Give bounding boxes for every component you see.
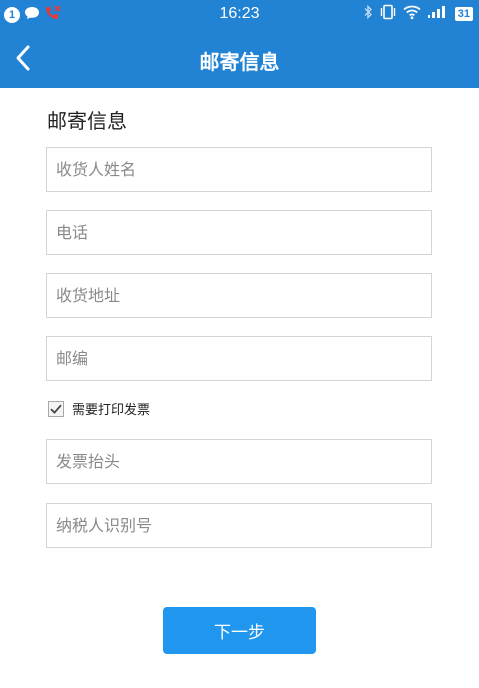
address-field[interactable] xyxy=(46,273,432,318)
status-bar: 1 16:23 31 xyxy=(0,0,479,29)
battery-icon: 31 xyxy=(454,7,473,21)
checkmark-icon xyxy=(50,404,62,414)
need-invoice-toggle[interactable]: 需要打印发票 xyxy=(48,399,150,418)
invoice-title-field[interactable] xyxy=(46,439,432,484)
vibrate-icon xyxy=(379,4,397,24)
need-invoice-label: 需要打印发票 xyxy=(72,403,151,418)
wifi-icon xyxy=(403,4,421,24)
recipient-name-field[interactable] xyxy=(46,147,432,192)
section-title: 邮寄信息 xyxy=(47,109,127,133)
postcode-field[interactable] xyxy=(46,336,432,381)
header: 邮寄信息 xyxy=(0,29,479,88)
need-invoice-checkbox[interactable] xyxy=(48,400,64,417)
next-step-button[interactable]: 下一步 xyxy=(163,607,316,654)
status-bar-right: 31 xyxy=(363,4,473,24)
taxpayer-id-field[interactable] xyxy=(46,503,432,548)
signal-icon xyxy=(427,4,449,24)
phone-field[interactable] xyxy=(46,210,432,255)
bluetooth-icon xyxy=(363,4,373,24)
page-title: 邮寄信息 xyxy=(199,50,280,74)
